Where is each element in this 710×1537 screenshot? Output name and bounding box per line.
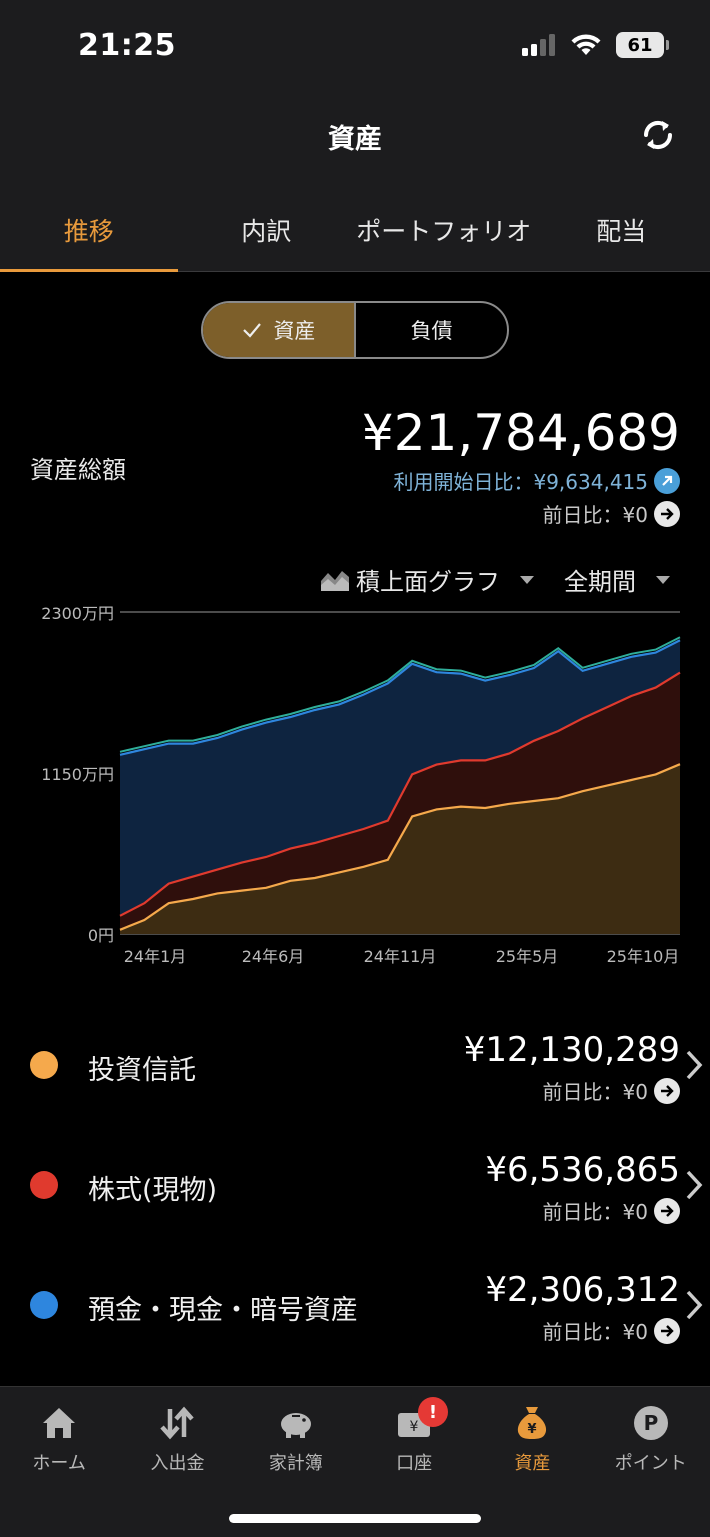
nav-transfer[interactable]: 入出金 (118, 1403, 236, 1475)
arrow-right-icon (654, 1197, 680, 1224)
asset-trend-chart[interactable]: 2300万円 1150万円 0円 24年1月 24年6月 24年11月 25年5月 25年10… (0, 598, 710, 978)
asset-prev-day-text: 前日比：¥0 (542, 1200, 648, 1224)
total-assets-value: ¥21,784,689 (361, 404, 680, 462)
arrow-right-icon (654, 500, 680, 527)
arrow-right-icon (654, 1077, 680, 1104)
asset-row-cash[interactable]: 預金・現金・暗号資産 ¥2,306,312 前日比：¥0 (0, 1250, 710, 1370)
legend-dot (30, 1291, 58, 1319)
asset-name: 株式(現物) (88, 1175, 218, 1206)
dropdown-caret-icon (656, 575, 670, 584)
notification-badge: ! (417, 1397, 448, 1427)
nav-label: 資産 (514, 1453, 551, 1474)
nav-accounts[interactable]: ¥ ! 口座 (355, 1397, 473, 1475)
asset-prev-day: 前日比：¥0 (543, 1196, 680, 1225)
nav-label: 家計簿 (268, 1453, 323, 1474)
y-tick-label: 2300万円 (41, 604, 114, 623)
since-start-comparison[interactable]: 利用開始日比：¥9,634,415 (393, 466, 680, 495)
asset-value: ¥12,130,289 (463, 1030, 680, 1070)
asset-prev-day-text: 前日比：¥0 (542, 1320, 648, 1344)
points-icon: P (633, 1406, 668, 1440)
asset-prev-day: 前日比：¥0 (543, 1076, 680, 1105)
status-bar: 21:25 61 (0, 0, 710, 95)
x-tick-label: 24年1月 (124, 947, 187, 966)
battery-indicator: 61 (616, 32, 669, 58)
svg-text:¥: ¥ (528, 1422, 537, 1437)
dropdown-caret-icon (520, 575, 534, 584)
nav-points[interactable]: P ポイント (592, 1403, 710, 1475)
y-tick-label: 0円 (88, 926, 114, 945)
asset-prev-day: 前日比：¥0 (543, 1316, 680, 1345)
money-bag-icon: ¥ (518, 1407, 547, 1439)
tab-portfolio[interactable]: ポートフォリオ (355, 190, 533, 271)
total-assets-label: 資産総額 (30, 456, 126, 484)
area-chart-icon (321, 570, 349, 591)
segment-liabilities[interactable]: 負債 (356, 303, 507, 357)
status-icons: 61 (522, 32, 669, 58)
stacked-area-chart: 2300万円 1150万円 0円 24年1月 24年6月 24年11月 25年5月 25年10… (41, 604, 681, 966)
nav-label: ポイント (614, 1453, 687, 1474)
x-tick-label: 25年5月 (496, 947, 559, 966)
nav-assets[interactable]: ¥ 資産 (473, 1403, 591, 1475)
piggy-bank-icon (280, 1413, 311, 1438)
period-label: 全期間 (564, 568, 636, 596)
asset-category-list: 投資信託 ¥12,130,289 前日比：¥0 株式(現物) ¥6,536,86… (0, 1010, 710, 1370)
segment-assets-label: 資産 (273, 319, 316, 343)
asset-prev-day-text: 前日比：¥0 (542, 1080, 648, 1104)
asset-value: ¥6,536,865 (485, 1150, 680, 1190)
chevron-right-icon (686, 1290, 703, 1320)
segment-assets[interactable]: 資産 (203, 303, 356, 357)
asset-liability-toggle: 資産 負債 (201, 301, 509, 359)
nav-label: ホーム (32, 1453, 86, 1474)
wifi-icon (571, 34, 601, 55)
prev-day-comparison[interactable]: 前日比：¥0 (543, 499, 680, 528)
tab-dividend[interactable]: 配当 (533, 190, 710, 271)
nav-household[interactable]: 家計簿 (237, 1403, 355, 1475)
asset-name: 投資信託 (88, 1055, 196, 1086)
svg-text:P: P (643, 1411, 658, 1435)
asset-row-funds[interactable]: 投資信託 ¥12,130,289 前日比：¥0 (0, 1010, 710, 1130)
home-icon (43, 1408, 76, 1438)
chevron-right-icon (686, 1050, 703, 1080)
graph-type-selector[interactable]: 積上面グラフ (320, 562, 534, 597)
prev-day-text: 前日比：¥0 (542, 503, 648, 527)
app-header: 資産 (0, 95, 710, 190)
page-title: 資産 (328, 124, 382, 155)
check-icon (242, 323, 261, 338)
x-tick-label: 24年6月 (242, 947, 305, 966)
x-tick-label: 25年10月 (607, 947, 680, 966)
x-tick-label: 24年11月 (364, 947, 437, 966)
graph-type-label: 積上面グラフ (356, 568, 500, 596)
nav-home[interactable]: ホーム (0, 1403, 118, 1475)
asset-value: ¥2,306,312 (485, 1270, 680, 1310)
nav-label: 入出金 (150, 1453, 205, 1474)
legend-dot (30, 1171, 58, 1199)
svg-text:¥: ¥ (410, 1419, 419, 1435)
asset-row-stocks[interactable]: 株式(現物) ¥6,536,865 前日比：¥0 (0, 1130, 710, 1250)
status-time: 21:25 (78, 28, 176, 63)
chart-controls: 積上面グラフ 全期間 (290, 562, 670, 597)
trend-up-icon (654, 467, 680, 494)
refresh-icon[interactable] (636, 113, 680, 157)
home-indicator (229, 1514, 481, 1523)
nav-label: 口座 (396, 1453, 433, 1474)
segment-liabilities-label: 負債 (410, 319, 453, 343)
tab-trend[interactable]: 推移 (0, 190, 178, 272)
period-selector[interactable]: 全期間 (564, 562, 670, 597)
transfer-icon (160, 1406, 195, 1440)
tab-breakdown[interactable]: 内訳 (178, 190, 356, 271)
legend-dot (30, 1051, 58, 1079)
y-tick-label: 1150万円 (41, 765, 114, 784)
since-start-text: 利用開始日比：¥9,634,415 (393, 470, 648, 494)
arrow-right-icon (654, 1317, 680, 1344)
chevron-right-icon (686, 1170, 703, 1200)
asset-name: 預金・現金・暗号資産 (88, 1295, 358, 1326)
tab-bar: 推移 内訳 ポートフォリオ 配当 (0, 190, 710, 272)
signal-icon (522, 34, 555, 56)
